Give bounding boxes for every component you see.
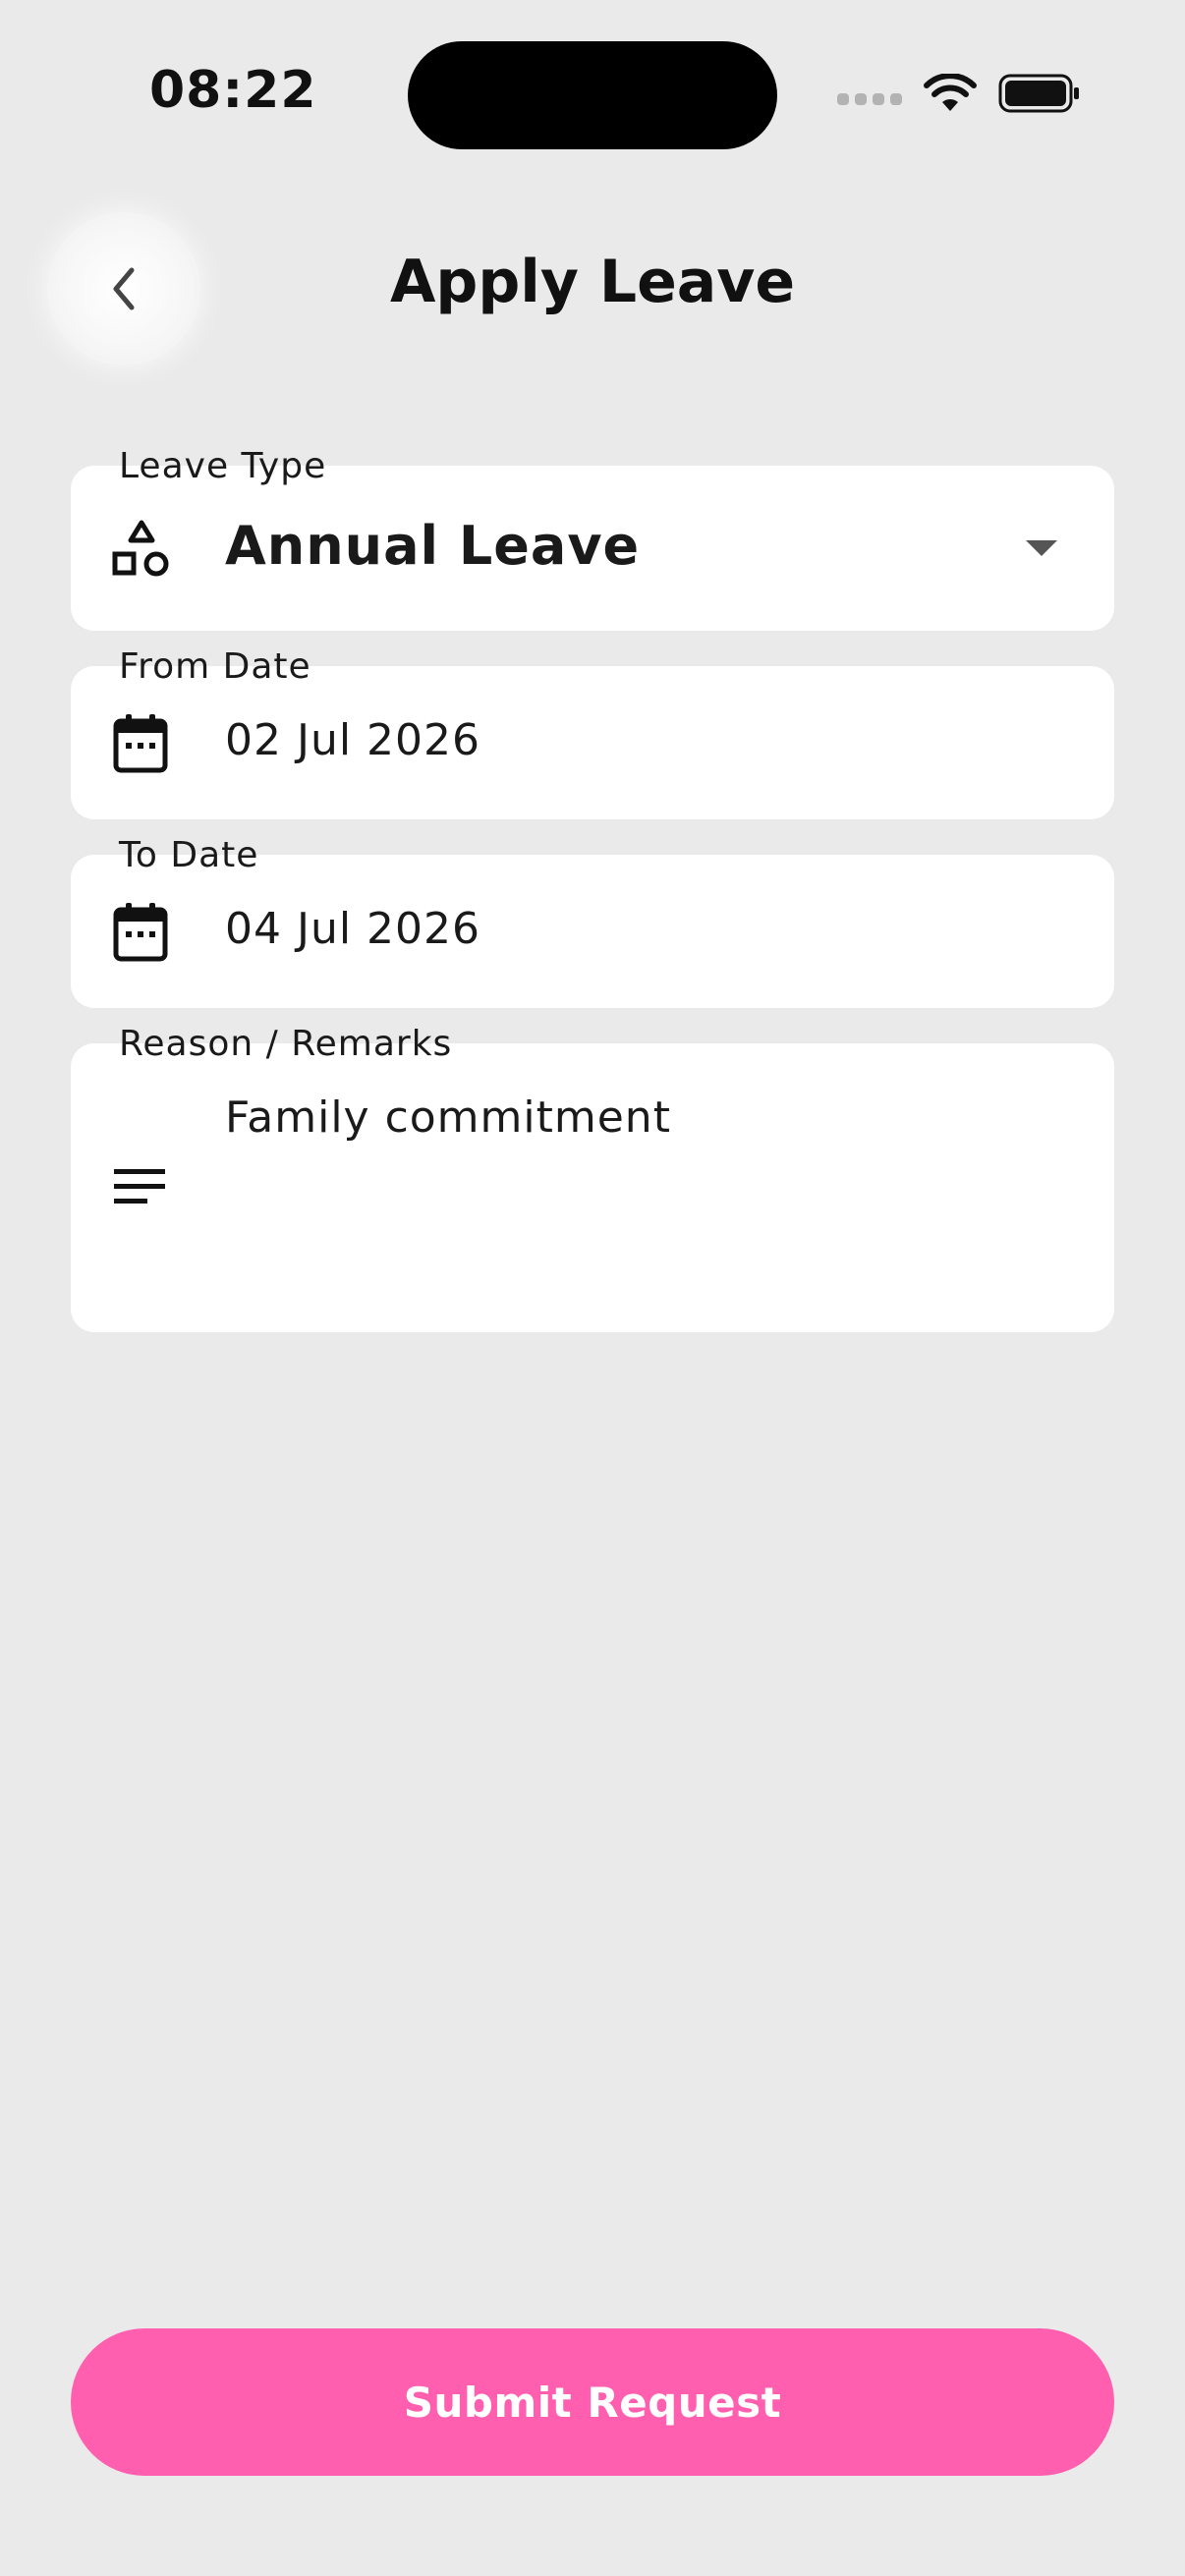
dynamic-island [408,41,777,149]
status-icons [837,73,1081,114]
reason-textarea[interactable]: Family commitment [71,1043,1114,1332]
to-date-value: 04 Jul 2026 [225,904,481,954]
from-date-field[interactable]: 02 Jul 2026 [71,666,1114,819]
leave-type-label: Leave Type [119,446,327,486]
calendar-icon [112,713,169,778]
wifi-icon [924,74,977,111]
reason-value: Family commitment [225,1092,671,1143]
leave-type-value: Annual Leave [225,515,641,577]
calendar-icon [112,902,169,967]
page-title: Apply Leave [389,248,796,316]
submit-request-button[interactable]: Submit Request [71,2328,1114,2476]
battery-icon [998,74,1079,113]
shapes-icon [112,519,171,582]
status-time: 08:22 [149,61,317,120]
notes-icon [112,1167,167,1212]
from-date-value: 02 Jul 2026 [225,715,481,765]
to-date-field[interactable]: 04 Jul 2026 [71,855,1114,1008]
reason-label: Reason / Remarks [119,1024,453,1064]
caret-down-icon [1024,538,1059,562]
to-date-label: To Date [119,835,259,875]
cellular-signal-icon [837,93,902,105]
from-date-label: From Date [119,646,311,687]
leave-type-dropdown[interactable]: Annual Leave [71,466,1114,631]
